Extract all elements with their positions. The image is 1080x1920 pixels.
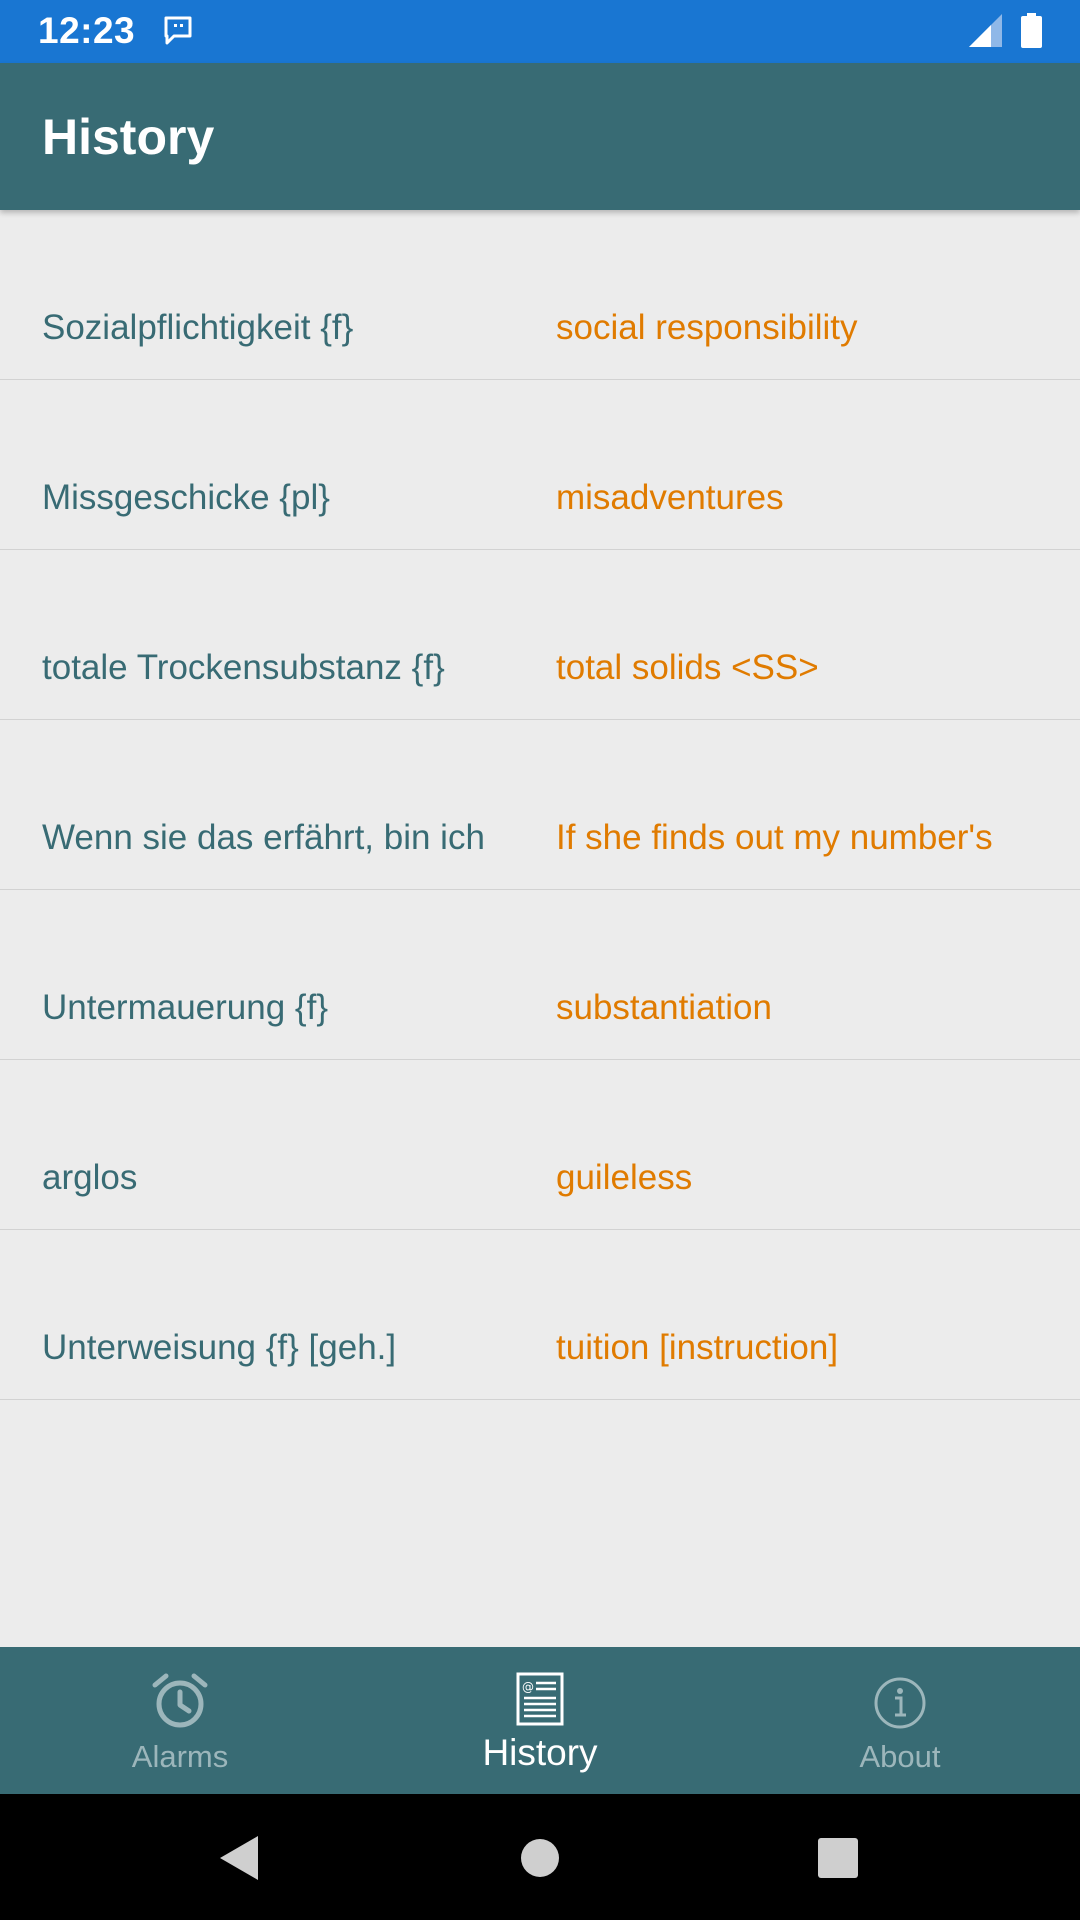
source-term: Unterweisung {f} [geh.] — [42, 1328, 397, 1367]
translation-term: misadventures — [556, 478, 784, 517]
source-term: Sozialpflichtigkeit {f} — [42, 308, 354, 347]
battery-icon — [1021, 13, 1042, 48]
source-term: Untermauerung {f} — [42, 988, 329, 1027]
history-list-icon: @ — [516, 1672, 564, 1726]
translation-term: guileless — [556, 1158, 693, 1197]
history-row[interactable]: Unterweisung {f} [geh.] tuition [instruc… — [0, 1230, 1080, 1400]
nav-label: About — [859, 1739, 941, 1774]
source-term: Missgeschicke {pl} — [42, 478, 330, 517]
svg-text:@: @ — [522, 1680, 534, 1694]
history-list[interactable]: Sozialpflichtigkeit {f} social responsib… — [0, 210, 1080, 1647]
home-icon[interactable] — [512, 1830, 568, 1886]
history-row[interactable]: Untermauerung {f} substantiation — [0, 890, 1080, 1060]
source-term: Wenn sie das erfährt, bin ich — [42, 818, 485, 857]
nav-label: Alarms — [131, 1739, 229, 1774]
system-navigation-bar — [0, 1794, 1080, 1920]
translation-term: If she finds out my number's — [556, 818, 993, 857]
history-row[interactable]: arglos guileless — [0, 1060, 1080, 1230]
history-row[interactable]: Missgeschicke {pl} misadventures — [0, 380, 1080, 550]
history-row[interactable]: totale Trockensubstanz {f} total solids … — [0, 550, 1080, 720]
translation-term: tuition [instruction] — [556, 1328, 839, 1367]
history-row[interactable]: Wenn sie das erfährt, bin ich If she fin… — [0, 720, 1080, 890]
recents-icon[interactable] — [810, 1830, 866, 1886]
nav-item-history[interactable]: @ History — [360, 1647, 720, 1794]
nav-item-about[interactable]: About — [720, 1647, 1080, 1794]
back-icon[interactable] — [210, 1830, 266, 1886]
alarm-clock-icon — [152, 1673, 208, 1728]
history-row[interactable]: Sozialpflichtigkeit {f} social responsib… — [0, 210, 1080, 380]
bottom-navigation: Alarms @ History About — [0, 1647, 1080, 1794]
app-bar: History — [0, 63, 1080, 210]
info-icon — [874, 1677, 926, 1729]
translation-term: social responsibility — [556, 308, 858, 347]
message-notification-icon — [164, 16, 192, 45]
translation-term: substantiation — [556, 988, 772, 1027]
source-term: arglos — [42, 1158, 138, 1197]
status-bar: 12:23 — [0, 0, 1080, 63]
signal-icon — [969, 14, 1002, 47]
nav-label: History — [482, 1732, 598, 1773]
status-time: 12:23 — [38, 10, 136, 51]
nav-item-alarms[interactable]: Alarms — [0, 1647, 360, 1794]
source-term: totale Trockensubstanz {f} — [42, 648, 445, 687]
translation-term: total solids <SS> — [556, 648, 819, 687]
page-title: History — [42, 109, 215, 165]
